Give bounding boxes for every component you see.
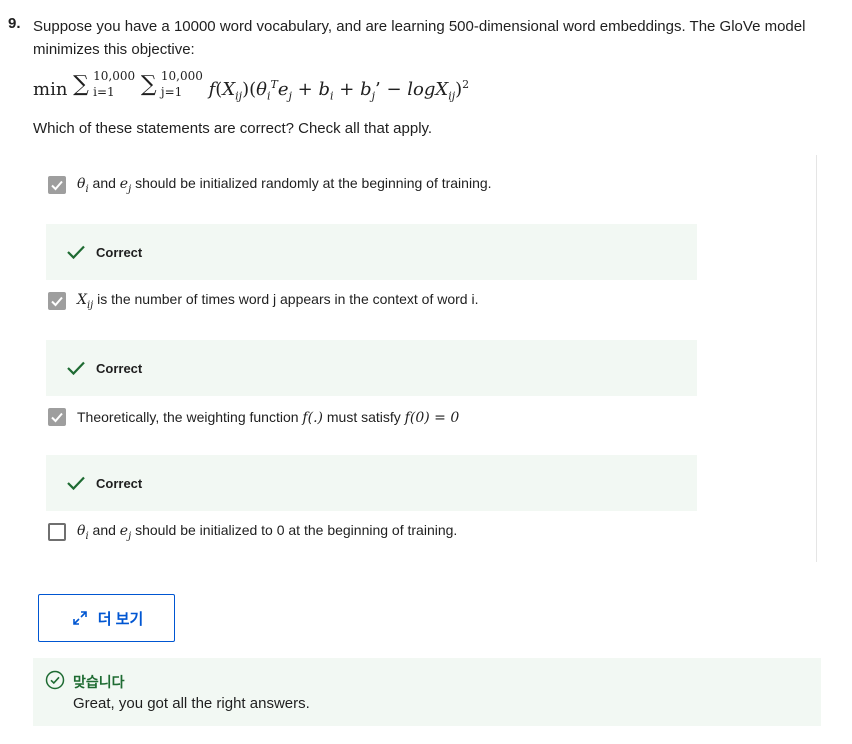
sum-i-lower: i=1 [93,85,115,99]
checkmark-icon [51,296,63,307]
result-banner: 맞습니다 Great, you got all the right answer… [33,658,821,726]
green-check-icon [66,244,86,260]
sum-j-lower: j=1 [160,85,183,99]
more-button-label: 더 보기 [97,610,144,628]
option-4-text: θi and ej should be initialized to 0 at … [77,522,458,542]
more-button[interactable]: 더 보기 [38,594,175,642]
option-2-text: Xij is the number of times word j appear… [77,291,479,311]
check-circle-icon [45,670,65,695]
option-4[interactable]: θi and ej should be initialized to 0 at … [48,520,457,544]
option-3[interactable]: Theoretically, the weighting function f(… [48,405,459,429]
green-check-icon [66,475,86,491]
option-1-text: θi and ej should be initialized randomly… [77,175,492,195]
question-prompt: Which of these statements are correct? C… [33,120,433,137]
feedback-label: Correct [96,475,143,491]
expand-arrows-icon [70,608,90,628]
result-message: Great, you got all the right answers. [73,695,310,712]
question-number: 9. [8,15,21,32]
formula-exponent: 2 [462,78,470,91]
option-2[interactable]: Xij is the number of times word j appear… [48,289,478,313]
glove-objective-formula: min ∑ 10,000 i=1 ∑ 10,000 j=1 f(Xij)(θiT… [33,69,470,103]
sum-i-upper: 10,000 [93,69,136,83]
checkbox-checked[interactable] [48,176,66,194]
checkbox-unchecked[interactable] [48,523,66,541]
feedback-correct-1: Correct [46,224,697,280]
result-title: 맞습니다 [73,674,125,690]
sum-j-upper: 10,000 [160,69,203,83]
formula-body: f [208,79,216,100]
checkmark-icon [51,412,63,423]
feedback-correct-3: Correct [46,455,697,511]
option-3-text: Theoretically, the weighting function f(… [77,408,460,426]
sum-j: ∑ 10,000 j=1 [140,69,203,99]
formula-min: min [33,79,68,100]
checkmark-icon [51,180,63,191]
sum-i: ∑ 10,000 i=1 [73,69,136,99]
option-1[interactable]: θi and ej should be initialized randomly… [48,173,492,197]
feedback-label: Correct [96,244,143,260]
checkbox-checked[interactable] [48,292,66,310]
green-check-icon [66,360,86,376]
checkbox-checked[interactable] [48,408,66,426]
feedback-correct-2: Correct [46,340,697,396]
divider [816,155,817,562]
question-text: Suppose you have a 10000 word vocabulary… [33,18,806,58]
feedback-label: Correct [96,360,143,376]
